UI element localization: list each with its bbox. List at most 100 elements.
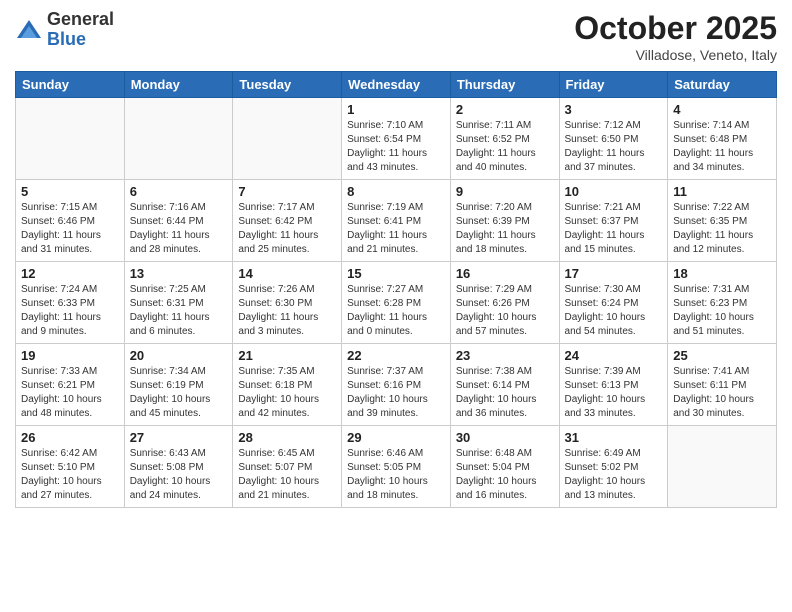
day-cell: 7Sunrise: 7:17 AM Sunset: 6:42 PM Daylig… [233, 180, 342, 262]
calendar: SundayMondayTuesdayWednesdayThursdayFrid… [15, 71, 777, 508]
week-row-2: 5 Sunrise: 7:15 AM Sunset: 6:46 PM Daylig… [16, 180, 777, 262]
day-info: Sunrise: 7:10 AM Sunset: 6:54 PM Dayligh… [347, 119, 445, 175]
day-number: 17 [565, 266, 663, 281]
day-number: 30 [456, 430, 554, 445]
day-info: Sunrise: 7:27 AM Sunset: 6:28 PM Dayligh… [347, 283, 445, 339]
day-number: 20 [130, 348, 228, 363]
day-cell: 16 Sunrise: 7:29 AM Sunset: 6:26 PM Dayli… [450, 262, 559, 344]
day-number: 10 [565, 184, 663, 199]
day-info: Sunrise: 7:41 AM Sunset: 6:11 PM Dayligh… [673, 365, 771, 421]
day-cell: 4 Sunrise: 7:14 AM Sunset: 6:48 PM Daylig… [668, 98, 777, 180]
day-info: Sunrise: 7:31 AM Sunset: 6:23 PM Dayligh… [673, 283, 771, 339]
day-info: Sunrise: 6:46 AM Sunset: 5:05 PM Dayligh… [347, 447, 445, 503]
weekday-header-saturday: Saturday [668, 72, 777, 98]
day-number: 31 [565, 430, 663, 445]
day-number: 26 [21, 430, 119, 445]
day-cell: 11Sunrise: 7:22 AM Sunset: 6:35 PM Dayli… [668, 180, 777, 262]
day-cell: 1 Sunrise: 7:10 AM Sunset: 6:54 PM Daylig… [342, 98, 451, 180]
month-title: October 2025 [574, 10, 777, 47]
day-cell: 23 Sunrise: 7:38 AM Sunset: 6:14 PM Dayli… [450, 344, 559, 426]
week-row-5: 26Sunrise: 6:42 AM Sunset: 5:10 PM Dayli… [16, 426, 777, 508]
day-info: Sunrise: 7:39 AM Sunset: 6:13 PM Dayligh… [565, 365, 663, 421]
day-cell: 30 Sunrise: 6:48 AM Sunset: 5:04 PM Dayli… [450, 426, 559, 508]
weekday-header-wednesday: Wednesday [342, 72, 451, 98]
day-number: 27 [130, 430, 228, 445]
day-cell: 21 Sunrise: 7:35 AM Sunset: 6:18 PM Dayli… [233, 344, 342, 426]
day-info: Sunrise: 7:37 AM Sunset: 6:16 PM Dayligh… [347, 365, 445, 421]
day-info: Sunrise: 7:24 AM Sunset: 6:33 PM Dayligh… [21, 283, 119, 339]
day-number: 25 [673, 348, 771, 363]
day-number: 6 [130, 184, 228, 199]
day-number: 16 [456, 266, 554, 281]
day-info: Sunrise: 7:16 AM Sunset: 6:44 PM Dayligh… [130, 201, 228, 257]
day-cell: 27 Sunrise: 6:43 AM Sunset: 5:08 PM Dayli… [124, 426, 233, 508]
day-info: Sunrise: 7:35 AM Sunset: 6:18 PM Dayligh… [238, 365, 336, 421]
day-info: Sunrise: 7:26 AM Sunset: 6:30 PM Dayligh… [238, 283, 336, 339]
day-number: 18 [673, 266, 771, 281]
day-cell: 10 Sunrise: 7:21 AM Sunset: 6:37 PM Dayli… [559, 180, 668, 262]
day-info: Sunrise: 7:15 AM Sunset: 6:46 PM Dayligh… [21, 201, 119, 257]
day-cell: 24 Sunrise: 7:39 AM Sunset: 6:13 PM Dayli… [559, 344, 668, 426]
day-info: Sunrise: 7:19 AM Sunset: 6:41 PM Dayligh… [347, 201, 445, 257]
day-info: Sunrise: 7:20 AM Sunset: 6:39 PM Dayligh… [456, 201, 554, 257]
location: Villadose, Veneto, Italy [574, 47, 777, 63]
day-cell: 12 Sunrise: 7:24 AM Sunset: 6:33 PM Dayli… [16, 262, 125, 344]
day-info: Sunrise: 7:11 AM Sunset: 6:52 PM Dayligh… [456, 119, 554, 175]
day-number: 14 [238, 266, 336, 281]
day-number: 9 [456, 184, 554, 199]
day-number: 29 [347, 430, 445, 445]
day-info: Sunrise: 7:25 AM Sunset: 6:31 PM Dayligh… [130, 283, 228, 339]
day-number: 4 [673, 102, 771, 117]
day-info: Sunrise: 6:49 AM Sunset: 5:02 PM Dayligh… [565, 447, 663, 503]
weekday-header-tuesday: Tuesday [233, 72, 342, 98]
day-number: 22 [347, 348, 445, 363]
day-number: 12 [21, 266, 119, 281]
title-area: October 2025 Villadose, Veneto, Italy [574, 10, 777, 63]
day-number: 5 [21, 184, 119, 199]
weekday-header-sunday: Sunday [16, 72, 125, 98]
day-number: 1 [347, 102, 445, 117]
logo-blue-text: Blue [47, 29, 86, 49]
day-number: 3 [565, 102, 663, 117]
day-info: Sunrise: 7:29 AM Sunset: 6:26 PM Dayligh… [456, 283, 554, 339]
week-row-4: 19 Sunrise: 7:33 AM Sunset: 6:21 PM Dayli… [16, 344, 777, 426]
day-number: 2 [456, 102, 554, 117]
day-cell: 2 Sunrise: 7:11 AM Sunset: 6:52 PM Daylig… [450, 98, 559, 180]
day-info: Sunrise: 7:34 AM Sunset: 6:19 PM Dayligh… [130, 365, 228, 421]
weekday-header-friday: Friday [559, 72, 668, 98]
day-cell: 17 Sunrise: 7:30 AM Sunset: 6:24 PM Dayli… [559, 262, 668, 344]
day-info: Sunrise: 6:48 AM Sunset: 5:04 PM Dayligh… [456, 447, 554, 503]
day-info: Sunrise: 7:22 AM Sunset: 6:35 PM Dayligh… [673, 201, 771, 257]
day-cell: 31 Sunrise: 6:49 AM Sunset: 5:02 PM Dayli… [559, 426, 668, 508]
day-info: Sunrise: 7:33 AM Sunset: 6:21 PM Dayligh… [21, 365, 119, 421]
logo: General Blue [15, 10, 114, 50]
day-number: 15 [347, 266, 445, 281]
day-cell: 6 Sunrise: 7:16 AM Sunset: 6:44 PM Daylig… [124, 180, 233, 262]
day-info: Sunrise: 7:14 AM Sunset: 6:48 PM Dayligh… [673, 119, 771, 175]
day-number: 28 [238, 430, 336, 445]
day-number: 23 [456, 348, 554, 363]
day-cell [233, 98, 342, 180]
day-cell: 19 Sunrise: 7:33 AM Sunset: 6:21 PM Dayli… [16, 344, 125, 426]
day-cell: 9 Sunrise: 7:20 AM Sunset: 6:39 PM Daylig… [450, 180, 559, 262]
day-cell: 3Sunrise: 7:12 AM Sunset: 6:50 PM Daylig… [559, 98, 668, 180]
day-cell: 22 Sunrise: 7:37 AM Sunset: 6:16 PM Dayli… [342, 344, 451, 426]
day-cell: 5 Sunrise: 7:15 AM Sunset: 6:46 PM Daylig… [16, 180, 125, 262]
day-cell: 8 Sunrise: 7:19 AM Sunset: 6:41 PM Daylig… [342, 180, 451, 262]
day-info: Sunrise: 7:38 AM Sunset: 6:14 PM Dayligh… [456, 365, 554, 421]
day-number: 24 [565, 348, 663, 363]
logo-general-text: General [47, 9, 114, 29]
day-info: Sunrise: 7:17 AM Sunset: 6:42 PM Dayligh… [238, 201, 336, 257]
day-cell: 20 Sunrise: 7:34 AM Sunset: 6:19 PM Dayli… [124, 344, 233, 426]
day-number: 19 [21, 348, 119, 363]
day-number: 21 [238, 348, 336, 363]
day-number: 8 [347, 184, 445, 199]
day-cell: 18 Sunrise: 7:31 AM Sunset: 6:23 PM Dayli… [668, 262, 777, 344]
day-cell: 13 Sunrise: 7:25 AM Sunset: 6:31 PM Dayli… [124, 262, 233, 344]
day-info: Sunrise: 7:30 AM Sunset: 6:24 PM Dayligh… [565, 283, 663, 339]
day-cell: 25 Sunrise: 7:41 AM Sunset: 6:11 PM Dayli… [668, 344, 777, 426]
day-info: Sunrise: 6:43 AM Sunset: 5:08 PM Dayligh… [130, 447, 228, 503]
day-info: Sunrise: 7:21 AM Sunset: 6:37 PM Dayligh… [565, 201, 663, 257]
week-row-3: 12 Sunrise: 7:24 AM Sunset: 6:33 PM Dayli… [16, 262, 777, 344]
day-number: 13 [130, 266, 228, 281]
